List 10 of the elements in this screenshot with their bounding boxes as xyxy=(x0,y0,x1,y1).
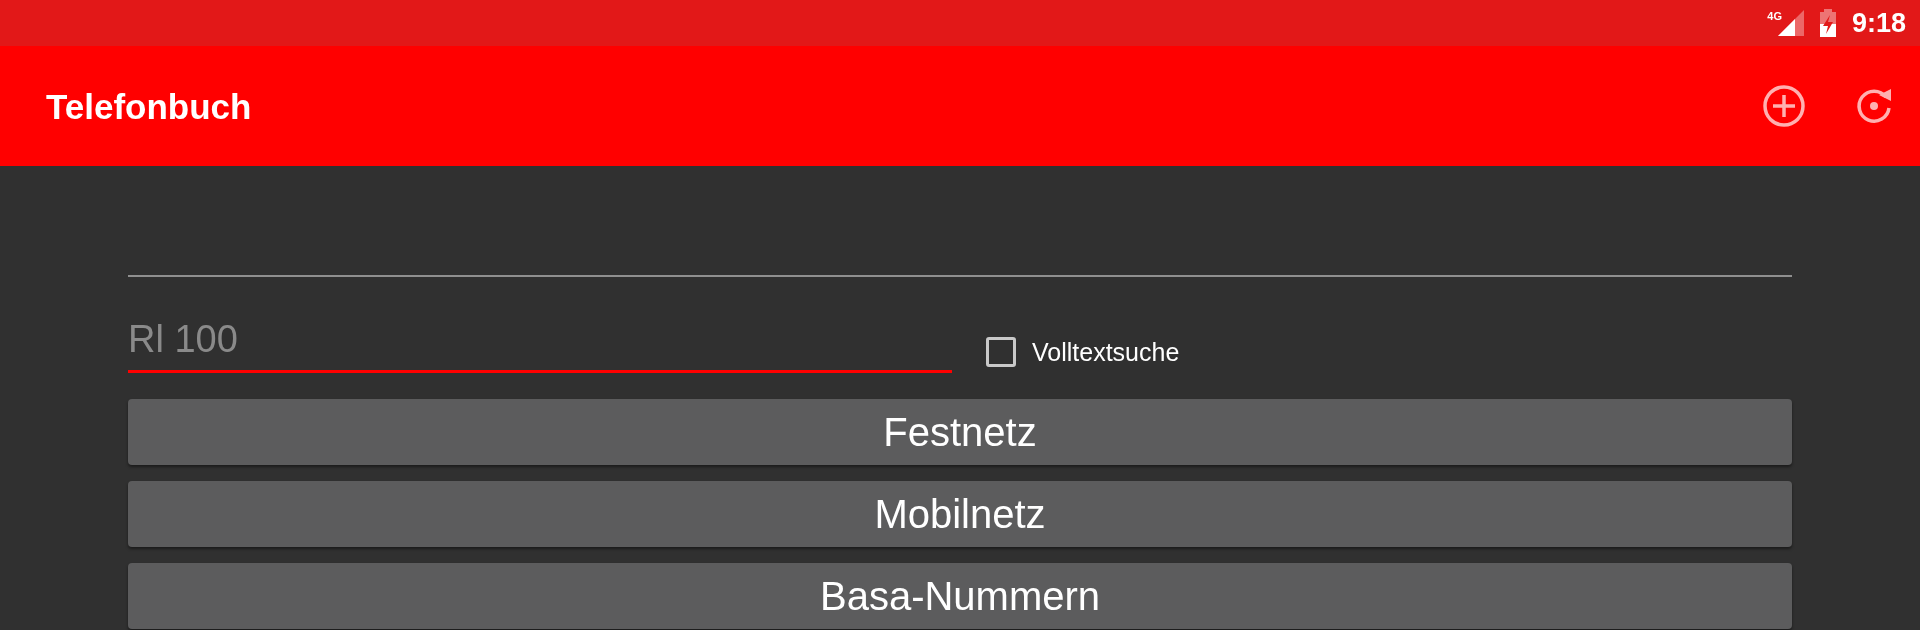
add-icon[interactable] xyxy=(1762,84,1806,128)
checkbox[interactable] xyxy=(986,337,1016,367)
clock-time: 9:18 xyxy=(1851,9,1906,37)
network-type-label: 4G xyxy=(1767,11,1782,22)
checkbox-label[interactable]: Volltextsuche xyxy=(1032,339,1180,365)
app-title: Telefonbuch xyxy=(46,88,252,124)
category-button[interactable]: Basa-Nummern xyxy=(128,563,1792,629)
number-search-field[interactable]: Rl 100 xyxy=(128,309,952,373)
category-button[interactable]: Festnetz xyxy=(128,399,1792,465)
category-button[interactable]: Mobilnetz xyxy=(128,481,1792,547)
